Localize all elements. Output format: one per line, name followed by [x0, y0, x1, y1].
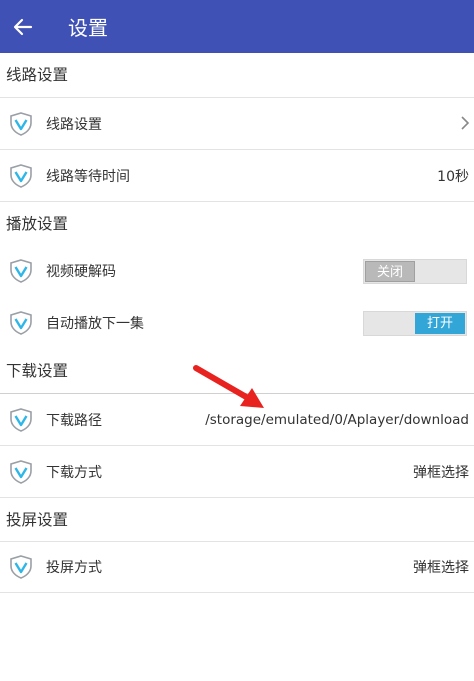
page-title: 设置 [68, 16, 108, 40]
autoplay-next-toggle[interactable]: 打开 [363, 310, 467, 336]
hw-decode-row: 视频硬解码 关闭 [0, 245, 474, 297]
download-method-row[interactable]: 下载方式 弹框选择 [0, 445, 474, 497]
section-header-playback: 播放设置 [0, 201, 474, 245]
cast-method-label: 投屏方式 [46, 560, 102, 576]
toggle-knob: 打开 [415, 312, 465, 334]
route-wait-time-row[interactable]: 线路等待时间 10秒 [0, 149, 474, 201]
shield-icon [10, 407, 32, 432]
hw-decode-label: 视频硬解码 [46, 264, 116, 280]
hw-decode-toggle[interactable]: 关闭 [363, 258, 467, 284]
shield-icon [10, 555, 32, 579]
cast-method-value: 弹框选择 [413, 560, 469, 576]
autoplay-next-row: 自动播放下一集 打开 [0, 297, 474, 349]
settings-list: 线路设置 线路设置 线路等待时间 10秒 播放设置 视频硬解码 关闭 自动播放下… [0, 53, 474, 593]
shield-icon [10, 163, 32, 188]
download-path-label: 下载路径 [46, 412, 102, 429]
cast-method-row[interactable]: 投屏方式 弹框选择 [0, 541, 474, 593]
route-wait-time-value: 10秒 [437, 168, 469, 185]
red-annotation-arrow-icon [193, 365, 264, 408]
back-button[interactable] [0, 0, 46, 53]
route-settings-label: 线路设置 [46, 116, 102, 133]
autoplay-next-label: 自动播放下一集 [46, 316, 144, 332]
download-method-value: 弹框选择 [413, 464, 469, 481]
shield-icon [10, 311, 32, 335]
back-arrow-icon [13, 18, 33, 35]
shield-icon [10, 111, 32, 136]
route-settings-row[interactable]: 线路设置 [0, 97, 474, 149]
shield-icon [10, 259, 32, 283]
section-header-cast: 投屏设置 [0, 497, 474, 541]
toggle-knob: 关闭 [365, 260, 415, 282]
download-method-label: 下载方式 [46, 464, 102, 481]
section-header-route: 线路设置 [0, 53, 474, 97]
route-wait-time-label: 线路等待时间 [46, 168, 130, 185]
chevron-right-icon [461, 116, 470, 130]
download-path-value: /storage/emulated/0/Aplayer/download [205, 411, 469, 428]
shield-icon [10, 459, 32, 484]
app-bar: 设置 [0, 0, 474, 53]
